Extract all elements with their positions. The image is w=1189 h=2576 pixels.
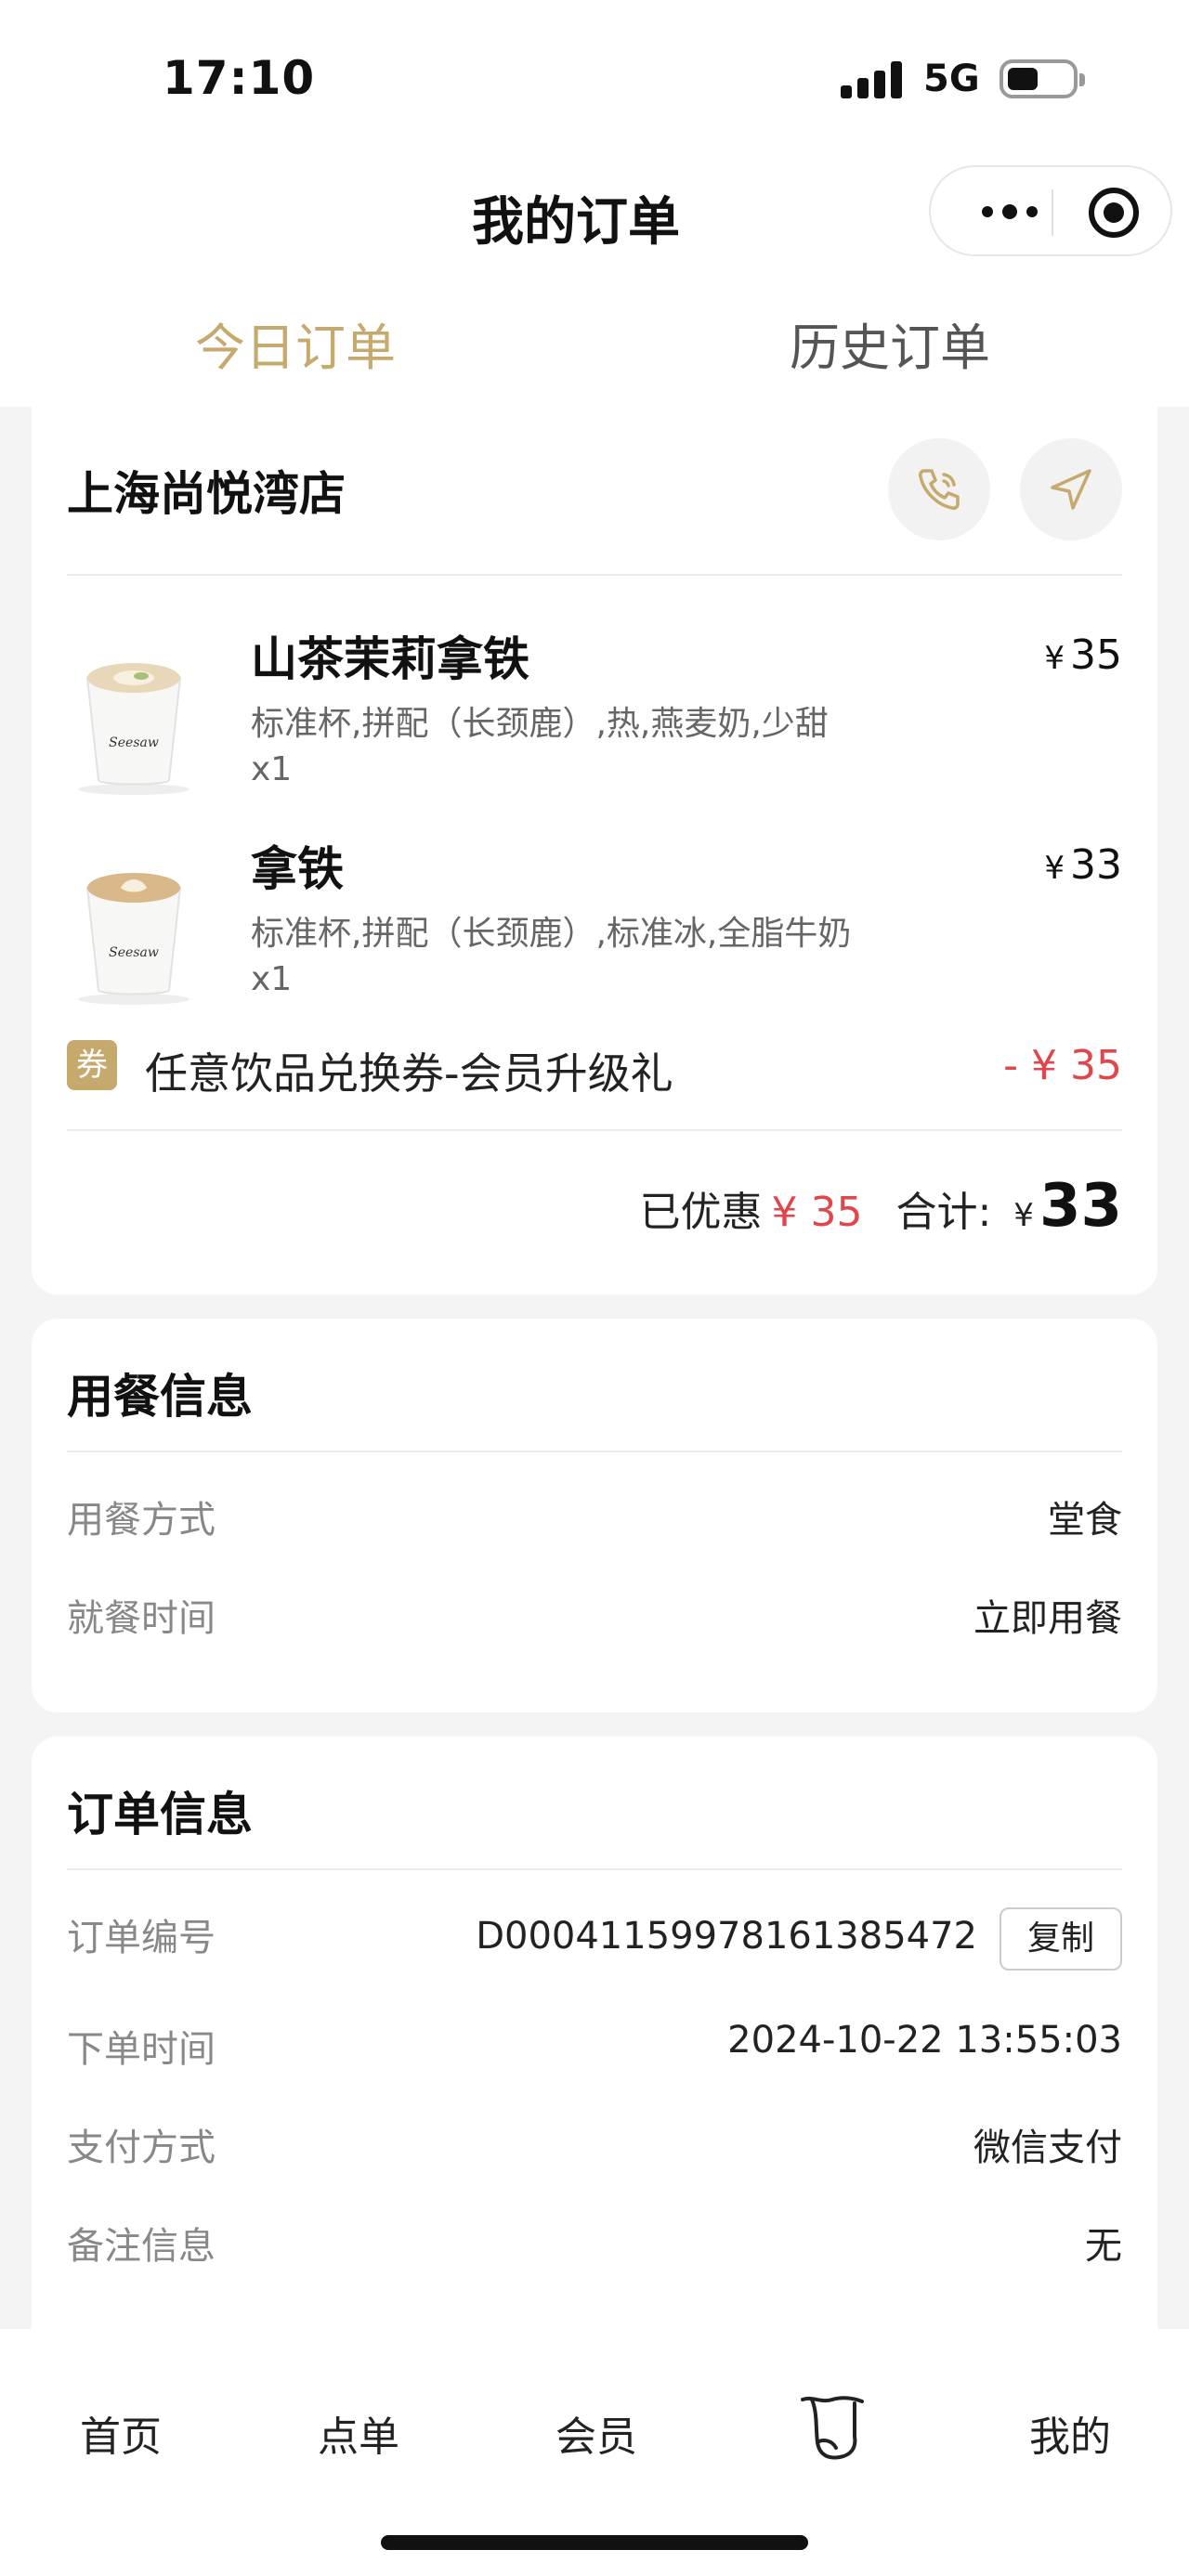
network-label: 5G (923, 58, 980, 100)
order-card: 上海尚悦湾店 Seesaw 山茶茉莉拿铁 标准杯,拼配（长颈鹿）,热,燕麦奶,少… (32, 381, 1157, 1295)
capsule-divider (1052, 189, 1053, 236)
signal-icon (841, 61, 906, 98)
item-spec: 标准杯,拼配（长颈鹿）,热,燕麦奶,少甜 (251, 705, 829, 743)
divider (67, 1868, 1122, 1870)
dining-method-label: 用餐方式 (67, 1499, 216, 1542)
svg-text:Seesaw: Seesaw (109, 945, 159, 960)
battery-icon (1000, 59, 1085, 98)
total-amount: 33 (1039, 1172, 1122, 1241)
coupon-badge: 券 (67, 1040, 117, 1090)
item-quantity: x1 (251, 960, 293, 998)
latte-cup-image: Seesaw (78, 873, 189, 1005)
svg-text:Seesaw: Seesaw (109, 735, 159, 750)
scroll-icon[interactable] (795, 2390, 869, 2465)
remark-value: 无 (1085, 2225, 1122, 2268)
order-time-value: 2024-10-22 13:55:03 (727, 2019, 1122, 2062)
payment-method-value: 微信支付 (973, 2127, 1122, 2169)
divider (67, 1451, 1122, 1452)
status-time: 17:10 (163, 51, 316, 105)
dining-time-label: 就餐时间 (67, 1597, 216, 1640)
order-info-card: 订单信息 订单编号 D00041159978161385472 复制 下单时间 … (32, 1737, 1157, 2340)
navigation-icon (1051, 469, 1091, 510)
order-number-value: D00041159978161385472 (476, 1915, 977, 1958)
latte-cup-image: Seesaw (78, 663, 189, 795)
total-currency: ¥ (1013, 1197, 1034, 1234)
header: 17:10 5G 我的订单 今日订单 历史订单 (0, 0, 1189, 407)
dining-info-card: 用餐信息 用餐方式 堂食 就餐时间 立即用餐 (32, 1319, 1157, 1712)
section-title: 订单信息 (67, 1788, 253, 1841)
call-store-button[interactable] (888, 438, 990, 540)
item-name: 拿铁 (251, 842, 344, 896)
item-price: ¥35 (1044, 631, 1122, 679)
discount-amount: ¥ 35 (771, 1189, 863, 1236)
divider (67, 574, 1122, 576)
order-number-label: 订单编号 (67, 1917, 216, 1959)
copy-order-number-button[interactable]: 复制 (1000, 1907, 1122, 1971)
order-time-label: 下单时间 (67, 2028, 216, 2071)
dining-method-value: 堂食 (1048, 1499, 1122, 1542)
dining-time-value: 立即用餐 (973, 1597, 1122, 1640)
tab-home[interactable]: 首页 (80, 2403, 162, 2463)
tab-member[interactable]: 会员 (555, 2403, 637, 2463)
total-label: 合计: (895, 1189, 992, 1236)
tab-order[interactable]: 点单 (318, 2403, 399, 2463)
item-quantity: x1 (251, 750, 293, 788)
navigate-store-button[interactable] (1020, 438, 1122, 540)
status-bar: 17:10 5G (0, 0, 1189, 158)
coupon-amount: - ¥ 35 (1003, 1042, 1122, 1089)
home-indicator (381, 2535, 808, 2550)
item-price: ¥33 (1044, 841, 1122, 889)
payment-method-label: 支付方式 (67, 2127, 216, 2169)
phone-icon (919, 469, 960, 510)
tab-mine[interactable]: 我的 (1029, 2403, 1111, 2463)
tab-today-orders[interactable]: 今日订单 (195, 306, 396, 380)
item-name: 山茶茉莉拿铁 (251, 632, 529, 686)
remark-label: 备注信息 (67, 2225, 216, 2268)
order-summary: 已优惠 ¥ 35 合计: ¥ 33 (640, 1172, 1123, 1241)
more-icon[interactable] (968, 186, 1052, 238)
divider (67, 1129, 1122, 1131)
tab-history-orders[interactable]: 历史订单 (790, 306, 990, 380)
section-title: 用餐信息 (67, 1370, 253, 1424)
discount-label: 已优惠 (639, 1189, 763, 1236)
item-spec: 标准杯,拼配（长颈鹿）,标准冰,全脂牛奶 (251, 915, 852, 953)
close-miniprogram-icon[interactable] (1089, 188, 1139, 238)
store-name: 上海尚悦湾店 (67, 467, 346, 521)
miniprogram-capsule (929, 165, 1172, 256)
coupon-name: 任意饮品兑换券-会员升级礼 (145, 1048, 673, 1099)
